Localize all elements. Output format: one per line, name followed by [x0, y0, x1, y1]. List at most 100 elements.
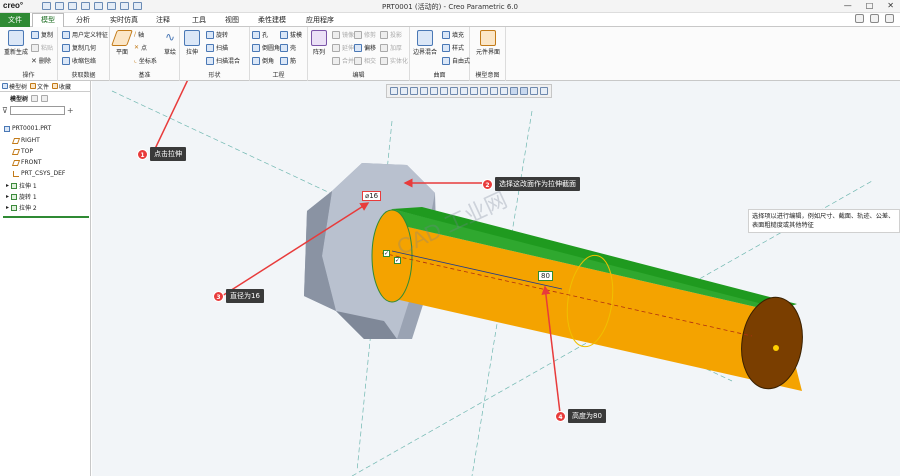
plane-display-icon[interactable] — [470, 87, 478, 95]
point-button[interactable]: ✕ 点 — [134, 43, 147, 52]
axis-button[interactable]: / 轴 — [134, 30, 144, 39]
tab-simulation[interactable]: 实时仿真 — [110, 15, 138, 25]
more-icon[interactable] — [540, 87, 548, 95]
copy-geometry-button[interactable]: 复制几何 — [62, 43, 96, 52]
graphics-window[interactable]: CAD 工业网 ⌀16 80 ✓ ✓ 选择项以进行编辑，例如尺寸、截面、轨迹、公… — [92, 81, 900, 476]
trim-button[interactable]: 修剪 — [354, 30, 376, 39]
hole-button[interactable]: 孔 — [252, 30, 268, 39]
delete-button[interactable]: ✕ 删除 — [31, 56, 51, 66]
udf-button[interactable]: 用户定义特征 — [62, 30, 108, 39]
style-button[interactable]: 样式 — [442, 43, 464, 52]
model-tree-search: ⊽ + — [0, 104, 90, 117]
chamfer-button[interactable]: 倒角 — [252, 56, 274, 65]
sketch-button[interactable]: ∿ 草绘 — [160, 30, 180, 56]
csys-display-icon[interactable] — [500, 87, 508, 95]
shrinkwrap-button[interactable]: 收缩包络 — [62, 56, 96, 65]
round-button[interactable]: 倒圆角 — [252, 43, 280, 52]
tree-item-part[interactable]: PRT0001.PRT — [4, 125, 51, 132]
tree-item-front[interactable]: FRONT — [11, 159, 42, 166]
checkbox-icon[interactable]: ✓ — [383, 250, 390, 257]
minimize-button[interactable]: — — [844, 1, 852, 10]
axis-display-icon[interactable] — [480, 87, 488, 95]
project-button[interactable]: 投影 — [380, 30, 402, 39]
left-panel-tabs: 模型树 文件 收藏 — [0, 81, 90, 92]
checkbox-icon[interactable]: ✓ — [394, 257, 401, 264]
point-display-icon[interactable] — [490, 87, 498, 95]
tree-item-extrude-2[interactable]: ▸ 拉伸 2 — [6, 203, 37, 212]
offset-button[interactable]: 偏移 — [354, 43, 376, 52]
pattern-button[interactable]: 阵列 — [308, 30, 330, 56]
tab-model[interactable]: 模型 — [32, 13, 64, 27]
tab-folder[interactable]: 文件 — [30, 82, 49, 91]
filter-icon[interactable]: ⊽ — [2, 106, 8, 115]
offset-icon — [354, 43, 362, 52]
csys-button[interactable]: ⌞ 坐标系 — [134, 56, 157, 65]
show-icon[interactable] — [41, 94, 49, 102]
display-style-icon[interactable] — [430, 87, 438, 95]
tree-item-top[interactable]: TOP — [11, 148, 33, 155]
swept-blend-button[interactable]: 扫描混合 — [206, 56, 240, 65]
refit-icon[interactable] — [390, 87, 398, 95]
tree-item-csys[interactable]: PRT_CSYS_DEF — [13, 170, 65, 177]
revolve-button[interactable]: 旋转 — [206, 30, 228, 39]
group-datum: 平面 / 轴 ✕ 点 ⌞ 坐标系 ∿ 草绘 基准 — [110, 27, 180, 81]
freestyle-button[interactable]: 自由式 — [442, 56, 470, 65]
collapse-ribbon-icon[interactable] — [855, 14, 864, 23]
annotation-display-icon[interactable] — [510, 87, 518, 95]
sketch-view-icon[interactable] — [530, 87, 538, 95]
tree-item-extrude-1[interactable]: ▸ 拉伸 1 — [6, 181, 37, 190]
spin-center-icon[interactable] — [520, 87, 528, 95]
expand-arrow-icon[interactable]: ▸ — [6, 193, 9, 200]
fill-button[interactable]: 填充 — [442, 30, 464, 39]
plane-button[interactable]: 平面 — [110, 30, 134, 56]
help-icon[interactable] — [885, 14, 894, 23]
search-icon[interactable] — [870, 14, 879, 23]
perspective-icon[interactable] — [460, 87, 468, 95]
merge-button[interactable]: 合并 — [332, 56, 354, 65]
component-interface-button[interactable]: 元件界面 — [473, 30, 503, 56]
close-button[interactable]: ✕ — [887, 1, 894, 10]
maximize-button[interactable]: □ — [866, 1, 874, 10]
copy-button[interactable]: 复制 — [31, 30, 53, 39]
callout-1: 1 点击拉伸 — [137, 147, 186, 161]
draft-button[interactable]: 拔模 — [280, 30, 302, 39]
add-icon[interactable]: + — [67, 106, 74, 115]
view-manager-icon[interactable] — [450, 87, 458, 95]
settings-icon[interactable] — [31, 94, 39, 102]
sweep-button[interactable]: 扫描 — [206, 43, 228, 52]
height-dimension[interactable]: 80 — [538, 271, 553, 281]
expand-arrow-icon[interactable]: ▸ — [6, 204, 9, 211]
group-engineering: 孔 倒圆角 倒角 拔模 壳 筋 工程 — [250, 27, 308, 81]
shell-button[interactable]: 壳 — [280, 43, 296, 52]
extrude-button[interactable]: 拉伸 — [180, 30, 204, 56]
tab-favorites[interactable]: 收藏 — [52, 82, 71, 91]
repaint-icon[interactable] — [420, 87, 428, 95]
tree-item-revolve-1[interactable]: ▸ 旋转 1 — [6, 192, 37, 201]
diameter-dimension[interactable]: ⌀16 — [362, 191, 382, 201]
csys-icon: ⌞ — [134, 57, 137, 64]
zoom-out-icon[interactable] — [410, 87, 418, 95]
solidify-button[interactable]: 实体化 — [380, 56, 408, 65]
tree-item-right[interactable]: RIGHT — [11, 137, 40, 144]
regenerate-button[interactable]: 重新生成 — [1, 30, 31, 56]
tree-search-input[interactable] — [9, 106, 65, 115]
zoom-in-icon[interactable] — [400, 87, 408, 95]
tab-annotate[interactable]: 注释 — [156, 15, 170, 25]
tab-file[interactable]: 文件 — [0, 13, 30, 27]
paste-button[interactable]: 粘贴 — [31, 43, 53, 52]
thicken-button[interactable]: 加厚 — [380, 43, 402, 52]
mirror-button[interactable]: 镜像 — [332, 30, 354, 39]
tab-model-tree[interactable]: 模型树 — [2, 82, 27, 91]
tab-analysis[interactable]: 分析 — [76, 15, 90, 25]
group-label-surfaces: 曲面 — [433, 72, 446, 79]
tab-applications[interactable]: 应用程序 — [306, 15, 334, 25]
boundary-blend-button[interactable]: 边界混合 — [410, 30, 440, 56]
tab-view[interactable]: 视图 — [225, 15, 239, 25]
intersect-button[interactable]: 相交 — [354, 56, 376, 65]
expand-arrow-icon[interactable]: ▸ — [6, 182, 9, 189]
rib-button[interactable]: 筋 — [280, 56, 296, 65]
tab-tools[interactable]: 工具 — [192, 15, 206, 25]
saved-orientations-icon[interactable] — [440, 87, 448, 95]
tab-flexible-modeling[interactable]: 柔性建模 — [258, 15, 286, 25]
extend-button[interactable]: 延伸 — [332, 43, 354, 52]
